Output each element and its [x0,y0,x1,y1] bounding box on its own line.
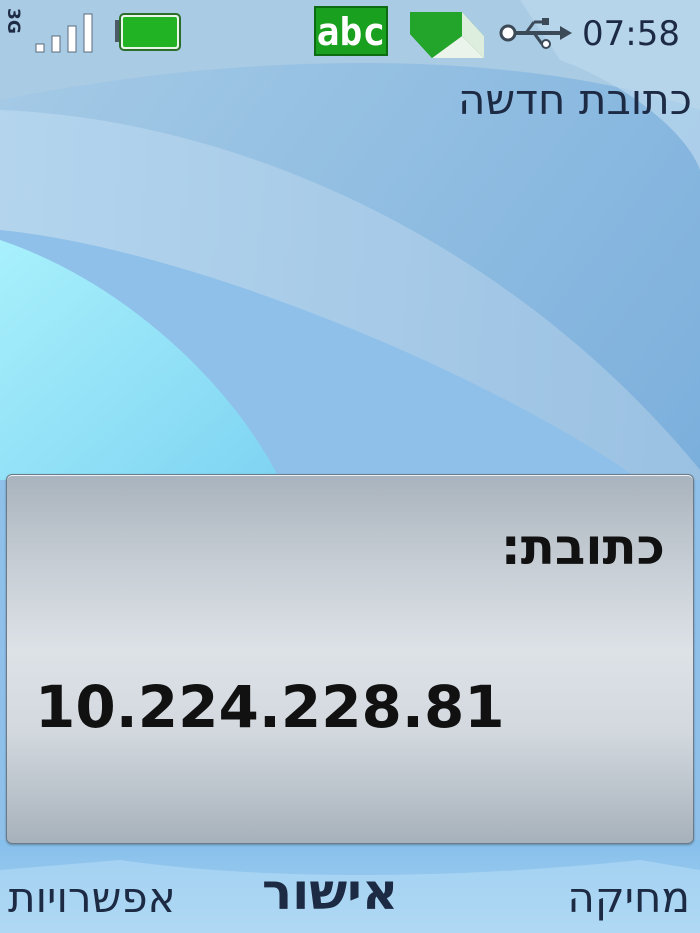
3g-icon: 3G [3,8,23,34]
delete-softkey[interactable]: מחיקה [567,870,690,926]
usb-icon [499,18,572,49]
page-title: כתובת חדשה [457,75,692,124]
signal-icon [35,13,93,53]
pencil-icon [410,12,484,58]
status-bar: 3G abc 07:58 [0,0,700,70]
softkey-bar: אפשרויות אישור מחיקה [0,846,700,933]
battery-icon [115,13,181,51]
clock: 07:58 [582,14,680,54]
address-label: כתובת: [500,518,665,576]
network-label: 3G [3,8,23,34]
confirm-softkey[interactable]: אישור [262,864,398,920]
address-input[interactable]: 10.224.228.81 [35,671,505,743]
address-input-dialog[interactable]: כתובת: 10.224.228.81 [6,474,694,844]
abc-input-icon: abc [314,6,388,56]
options-softkey[interactable]: אפשרויות [8,870,176,926]
